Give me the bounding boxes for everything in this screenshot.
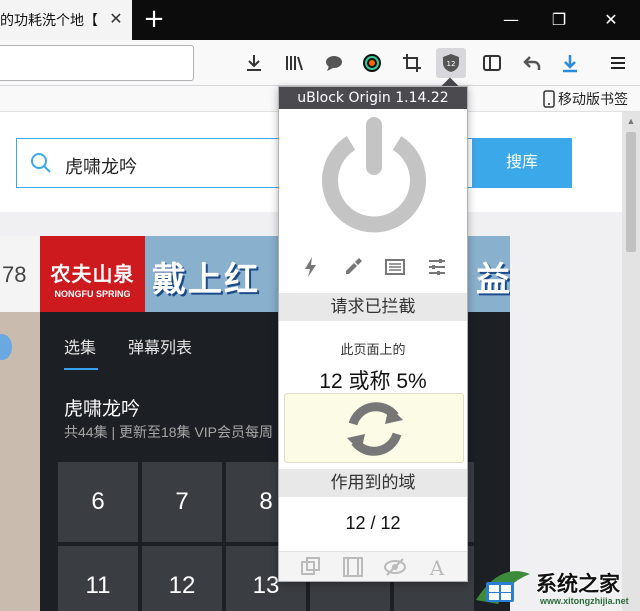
left-number: 78 <box>2 262 27 287</box>
episode-item[interactable]: 11 <box>58 546 138 611</box>
svg-text:A: A <box>429 556 445 578</box>
blocked-requests-heading: 请求已拦截 <box>279 293 467 321</box>
phone-icon <box>543 90 555 108</box>
show-title: 虎啸龙吟 <box>64 399 141 420</box>
banner-logo: 农夫山泉 NONGFU SPRING <box>40 236 145 312</box>
refresh-icon <box>347 402 403 456</box>
popup-block-icon[interactable] <box>299 556 323 578</box>
url-bar[interactable] <box>0 45 194 81</box>
crop-icon[interactable] <box>398 49 426 77</box>
download-icon[interactable] <box>240 49 268 77</box>
title-bar: 的功耗洗个地【 ✕ + — ❐ ✕ <box>0 0 640 40</box>
sidebar-icon[interactable] <box>478 49 506 77</box>
ublock-popup: uBlock Origin 1.14.22 请求已拦截 此页面上的 12 或称 … <box>278 86 468 582</box>
lightning-icon[interactable] <box>299 255 323 279</box>
eyedropper-icon[interactable] <box>341 255 365 279</box>
chat-icon[interactable] <box>320 49 348 77</box>
reload-button[interactable] <box>284 393 464 463</box>
download-arrow-icon[interactable] <box>556 49 584 77</box>
library-icon[interactable] <box>280 49 308 77</box>
browser-tab[interactable]: 的功耗洗个地【 ✕ <box>0 0 132 40</box>
scroll-thumb[interactable] <box>626 132 636 252</box>
logger-icon[interactable] <box>383 255 407 279</box>
cosmetic-filter-icon[interactable] <box>383 556 407 578</box>
banner-logo-en: NONGFU SPRING <box>54 289 131 299</box>
search-icon <box>31 153 51 173</box>
window-close-button[interactable]: ✕ <box>586 0 636 40</box>
back-icon[interactable] <box>518 49 546 77</box>
episode-item[interactable]: 6 <box>58 462 138 542</box>
tab-title: 的功耗洗个地【 <box>0 12 98 28</box>
mobile-bookmarks-label: 移动版书签 <box>558 91 628 107</box>
font-block-icon[interactable]: A <box>425 556 449 578</box>
blocked-stat: 12 或称 5% <box>319 370 427 393</box>
ublock-icon[interactable]: 12 <box>436 48 466 78</box>
on-this-page-label: 此页面上的 <box>340 342 406 357</box>
watermark-text: 系统之家 <box>536 573 620 596</box>
show-subtitle: 共44集 | 更新至18集 VIP会员每周 <box>64 424 274 440</box>
power-icon[interactable] <box>319 113 429 233</box>
search-input[interactable]: 虎啸龙吟 <box>65 153 137 179</box>
tab-episodes[interactable]: 选集 <box>64 334 96 358</box>
watermark: 系统之家 www.xitongzhijia.net <box>470 560 640 611</box>
banner-slogan-end: 益 <box>476 261 510 299</box>
episode-item[interactable]: 7 <box>142 462 222 542</box>
ublock-tools <box>279 253 467 281</box>
banner-slogan: 戴上红 <box>152 261 260 299</box>
episode-item[interactable]: 12 <box>142 546 222 611</box>
new-tab-button[interactable]: + <box>140 5 168 33</box>
tab-close-icon[interactable]: ✕ <box>106 10 126 30</box>
watermark-logo-icon <box>476 571 530 604</box>
media-block-icon[interactable] <box>341 556 365 578</box>
mobile-bookmarks[interactable]: 移动版书签 <box>543 89 628 109</box>
watermark-url: www.xitongzhijia.net <box>540 596 629 606</box>
tab-danmaku[interactable]: 弹幕列表 <box>128 334 192 358</box>
color-icon[interactable] <box>358 49 386 77</box>
settings-sliders-icon[interactable] <box>425 255 449 279</box>
ublock-footer: A <box>279 551 467 581</box>
domains-stat: 12 / 12 <box>345 513 401 533</box>
domains-heading: 作用到的域 <box>279 469 467 497</box>
page-scrollbar[interactable]: ▲ <box>622 112 640 611</box>
restore-button[interactable]: ❐ <box>534 0 584 40</box>
ublock-header: uBlock Origin 1.14.22 <box>279 87 467 109</box>
scroll-up-icon[interactable]: ▲ <box>626 116 636 126</box>
minimize-button[interactable]: — <box>486 0 536 40</box>
active-tab-indicator <box>64 368 98 370</box>
nav-toolbar: 12 <box>0 40 640 86</box>
search-button[interactable]: 搜库 <box>472 138 572 188</box>
banner-logo-cn: 农夫山泉 <box>50 264 135 286</box>
menu-icon[interactable] <box>604 49 632 77</box>
svg-text:12: 12 <box>447 60 456 68</box>
